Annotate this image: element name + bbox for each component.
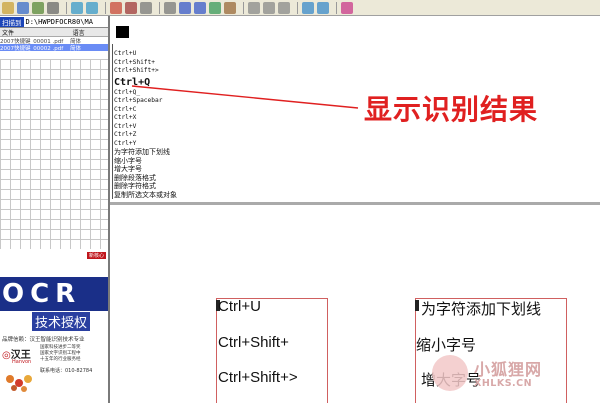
file-list-header: 文件 语言 <box>0 28 108 37</box>
preview-line: Ctrl+U <box>218 298 261 315</box>
preview-line: 缩小字号 <box>416 337 477 354</box>
text-region-icon[interactable] <box>224 1 236 14</box>
result-line: 缩小字号 <box>114 156 142 165</box>
recognition-result-area[interactable]: Ctrl+U Ctrl+Shift+ Ctrl+Shift+> Ctrl+Q C… <box>110 16 600 205</box>
result-line: Ctrl+U <box>114 50 137 57</box>
watermark-domain: XHLKS.CN <box>474 378 533 389</box>
toolbar-separator <box>159 1 160 14</box>
preview-line: Ctrl+Shift+ <box>218 334 289 351</box>
image-block <box>116 26 129 38</box>
next-icon[interactable] <box>317 1 329 14</box>
zoom-out-icon[interactable] <box>86 1 98 14</box>
ocr-text: OCR <box>2 279 82 309</box>
result-line: Ctrl+Shift+ <box>114 58 155 66</box>
preview-line: 为字符添加下划线 <box>421 301 542 318</box>
watermark: 小狐狸网 XHLKS.CN <box>432 355 582 395</box>
file-row[interactable]: 2007快捷键_00001 .pdf 简体 <box>0 37 108 44</box>
file-name: 2007快捷键_00001 .pdf <box>0 39 64 44</box>
brand-line: 品牌信赖：汉王智能识别技术专业 <box>2 337 85 343</box>
result-line: 复制所选文本或对象 <box>114 190 177 199</box>
new-core-tag: 新核心 <box>86 252 106 259</box>
file-name: 2007快捷键_00002 .pdf <box>0 46 64 51</box>
text-cursor <box>415 300 419 311</box>
eraser-icon[interactable] <box>125 1 137 14</box>
result-text[interactable]: Ctrl+U Ctrl+Shift+ Ctrl+Shift+> Ctrl+Q C… <box>114 50 177 199</box>
file-language: 简体 <box>70 39 82 44</box>
analyze-icon[interactable] <box>140 1 152 14</box>
tech-license-text: 技术授权 <box>32 312 91 331</box>
toolbar-separator <box>66 1 67 14</box>
select-icon[interactable] <box>248 1 260 14</box>
result-panel: Ctrl+U Ctrl+Shift+ Ctrl+Shift+> Ctrl+Q C… <box>110 16 600 403</box>
open-icon[interactable] <box>2 1 14 14</box>
toolbar-separator <box>243 1 244 14</box>
column-header-language[interactable]: 语言 <box>71 28 108 36</box>
result-line: 增大字号 <box>114 165 142 173</box>
image-region-icon[interactable] <box>209 1 221 14</box>
annotation-pointer-line <box>131 85 359 109</box>
result-line: 删除段落格式 <box>114 173 156 182</box>
file-list-empty-area[interactable] <box>0 59 108 249</box>
copy-icon[interactable] <box>164 1 176 14</box>
toolbar <box>0 0 600 16</box>
preview-line: Ctrl+Shift+> <box>218 369 298 386</box>
annotation-label: 显示识别结果 <box>364 93 539 126</box>
watermark-title: 小狐狸网 <box>474 360 543 379</box>
page-preview-area[interactable]: Ctrl+U Ctrl+Shift+ Ctrl+Shift+> 为字符添加下划线… <box>110 205 600 403</box>
decor-dots-icon <box>6 375 32 392</box>
result-line: 为字符添加下划线 <box>114 148 170 156</box>
zoom-in-icon[interactable] <box>71 1 83 14</box>
file-panel: 扫描到 D:\HWPDFOCR80\MA 文件 语言 2007快捷键_00001… <box>0 16 110 403</box>
fox-logo-icon <box>432 355 468 391</box>
path-field[interactable]: D:\HWPDFOCR80\MA <box>26 18 93 26</box>
toolbar-separator <box>336 1 337 14</box>
path-row: 扫描到 D:\HWPDFOCR80\MA <box>0 16 108 28</box>
pen-icon[interactable] <box>278 1 290 14</box>
result-line: 删除字符格式 <box>114 182 156 190</box>
toolbar-separator <box>297 1 298 14</box>
file-language: 简体 <box>70 46 82 51</box>
contact-phone: 联系电话：010-82784 <box>40 368 93 374</box>
erase-icon[interactable] <box>110 1 122 14</box>
cursor-line <box>112 44 113 199</box>
layout-grid-icon[interactable] <box>179 1 191 14</box>
page-icon[interactable] <box>47 1 59 14</box>
ad-description: 国家科技进步二等奖 国家文字识别工程中 十五年的行业服务经 <box>40 345 81 363</box>
table-icon[interactable] <box>194 1 206 14</box>
result-line: Ctrl+V <box>114 122 137 130</box>
result-line: Ctrl+Z <box>114 131 137 138</box>
ad-banner[interactable]: 新核心 OCR 技术授权 品牌信赖：汉王智能识别技术专业 ◎汉王 Hanvon … <box>0 249 108 403</box>
scan-to-button[interactable]: 扫描到 <box>0 16 24 27</box>
result-line: Ctrl+Shift+> <box>114 67 159 74</box>
rect-select-icon[interactable] <box>263 1 275 14</box>
toolbar-separator <box>105 1 106 14</box>
desc-line: 十五年的行业服务经 <box>40 357 81 362</box>
color-icon[interactable] <box>341 1 353 14</box>
column-header-file[interactable]: 文件 <box>0 28 71 36</box>
result-line: Ctrl+Y <box>114 139 137 147</box>
result-line: Ctrl+X <box>114 114 137 121</box>
file-row-selected[interactable]: 2007快捷键_00002 .pdf 简体 <box>0 44 108 51</box>
prev-icon[interactable] <box>302 1 314 14</box>
scan-icon[interactable] <box>32 1 44 14</box>
save-icon[interactable] <box>17 1 29 14</box>
logo-en: Hanvon <box>12 359 32 365</box>
